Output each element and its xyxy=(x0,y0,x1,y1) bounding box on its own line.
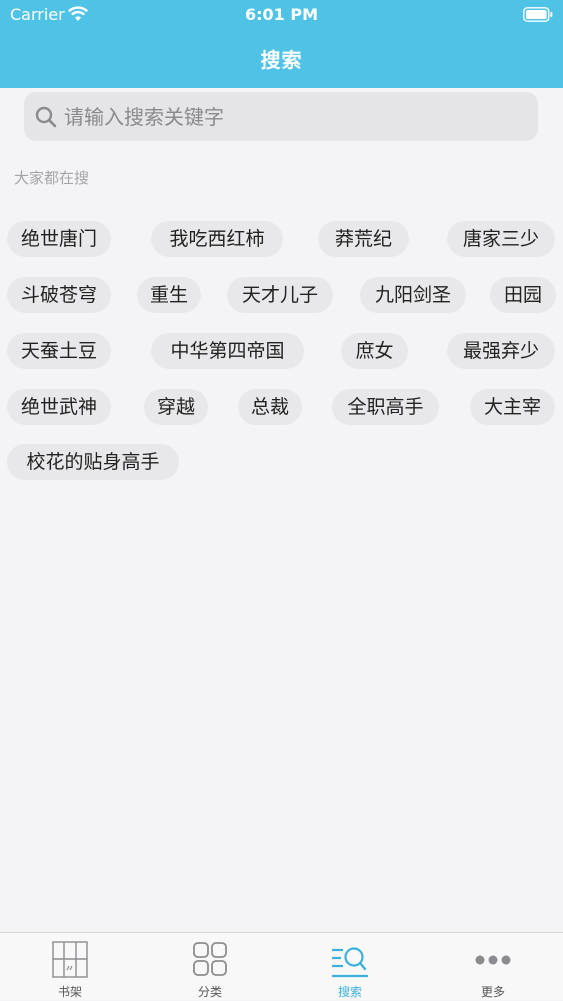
hot-search-tag[interactable]: 大主宰 xyxy=(470,389,555,425)
hot-search-tag[interactable]: 九阳剑圣 xyxy=(360,277,466,313)
hot-search-tag[interactable]: 田园 xyxy=(490,277,556,313)
hot-search-tag[interactable]: 绝世唐门 xyxy=(7,221,111,257)
hot-search-tag[interactable]: 重生 xyxy=(137,277,201,313)
tab-category-label: 分类 xyxy=(197,985,222,999)
hot-search-tag[interactable]: 莽荒纪 xyxy=(318,221,409,257)
page-title: 搜索 xyxy=(260,48,303,72)
clock: 6:01 PM xyxy=(244,5,318,24)
tab-more[interactable]: 更多 xyxy=(423,933,563,1001)
tab-category[interactable]: 分类 xyxy=(140,933,280,1001)
hot-search-tag[interactable]: 我吃西红柿 xyxy=(151,221,283,257)
hot-search-tag[interactable]: 天蚕土豆 xyxy=(7,333,111,369)
tab-bookshelf-label: 书架 xyxy=(57,985,82,999)
search-icon xyxy=(35,106,57,128)
tab-bar: 书架 分类 搜索 更多 xyxy=(0,932,563,1000)
tab-search-label: 搜索 xyxy=(337,985,362,999)
battery-icon xyxy=(523,7,553,22)
hot-search-tag[interactable]: 穿越 xyxy=(144,389,208,425)
hot-search-tag[interactable]: 校花的贴身高手 xyxy=(7,444,179,480)
more-icon xyxy=(475,955,511,965)
hot-search-tag[interactable]: 天才儿子 xyxy=(227,277,333,313)
hot-search-tag[interactable]: 最强弃少 xyxy=(447,333,555,369)
hot-search-tag[interactable]: 总裁 xyxy=(238,389,302,425)
tab-more-label: 更多 xyxy=(480,985,505,999)
hot-search-tag[interactable]: 全职高手 xyxy=(332,389,439,425)
hot-search-tag[interactable]: 斗破苍穹 xyxy=(7,277,111,313)
hot-search-label: 大家都在搜 xyxy=(14,169,90,187)
hot-search-tag[interactable]: 唐家三少 xyxy=(447,221,555,257)
hot-search-tag[interactable]: 绝世武神 xyxy=(7,389,111,425)
bookshelf-icon xyxy=(52,941,88,978)
tab-search[interactable]: 搜索 xyxy=(280,933,420,1001)
search-list-icon xyxy=(332,947,368,978)
grid-icon xyxy=(193,942,227,976)
hot-search-tag[interactable]: 中华第四帝国 xyxy=(151,333,304,369)
tab-bookshelf[interactable]: 书架 xyxy=(0,933,140,1001)
search-input[interactable] xyxy=(64,102,524,132)
nav-header: Carrier 6:01 PM 搜索 xyxy=(0,0,563,88)
hot-search-tag[interactable]: 庶女 xyxy=(341,333,408,369)
status-bar: Carrier 6:01 PM xyxy=(0,0,563,30)
search-bar[interactable] xyxy=(24,92,538,141)
